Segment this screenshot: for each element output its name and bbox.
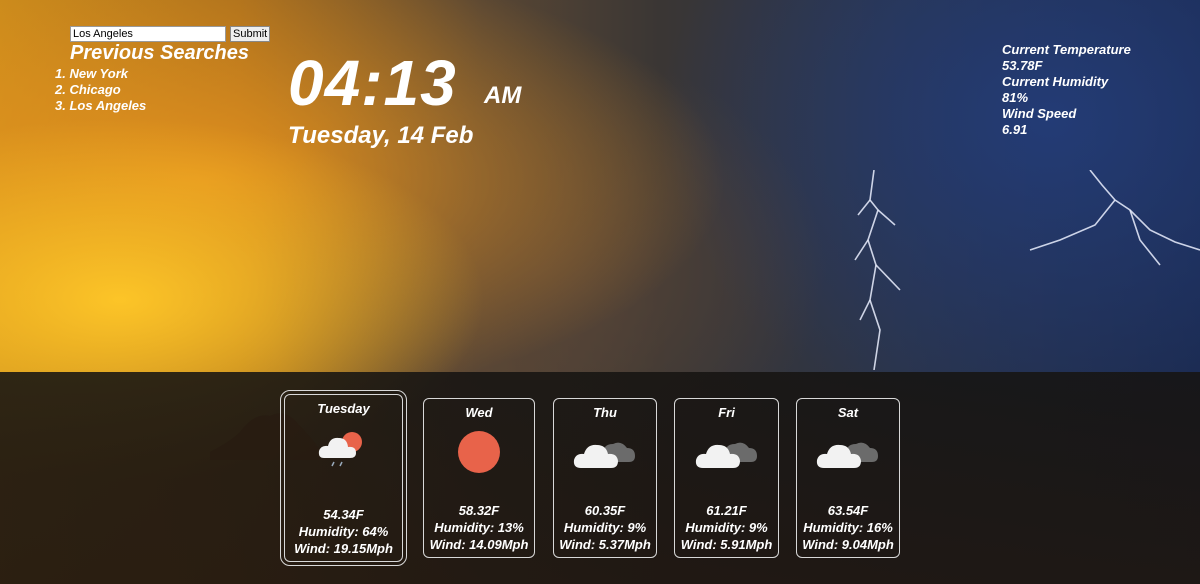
cloud-icon — [573, 442, 635, 468]
current-conditions: Current Temperature 53.78F Current Humid… — [1002, 42, 1131, 138]
forecast-temp: 61.21F — [706, 503, 747, 518]
previous-search-item[interactable]: 1. New York — [55, 66, 146, 82]
forecast-humidity: Humidity: 13% — [434, 520, 524, 535]
forecast-wind: Wind: 19.15Mph — [294, 541, 393, 556]
clock-time: 04:13 — [288, 47, 457, 119]
forecast-humidity: Humidity: 9% — [563, 520, 647, 535]
forecast-wind: Wind: 5.37Mph — [559, 537, 651, 552]
forecast-card-sat[interactable]: Sat 63.54F Humidity: 16% Wind: 9.04Mph — [796, 398, 900, 558]
previous-searches-title: Previous Searches — [70, 42, 249, 64]
forecast-card-tuesday[interactable]: Tuesday 54.34F Humidity: 64% Wind: 19.15… — [280, 390, 407, 566]
current-date: Tuesday, 14 Feb — [288, 122, 474, 149]
search-form: Submit — [70, 26, 271, 42]
forecast-wind: Wind: 14.09Mph — [429, 537, 529, 552]
forecast-card-thu[interactable]: Thu 60.35F Humidity: 9% Wind: 5.37Mph — [553, 398, 657, 558]
wind-speed-label: Wind Speed — [1002, 106, 1077, 121]
forecast-temp: 54.34F — [323, 507, 364, 522]
current-temperature-value: 53.78F — [1002, 58, 1043, 73]
forecast-humidity: Humidity: 64% — [298, 524, 389, 539]
clock: 04:13 AM — [288, 46, 521, 120]
forecast-humidity: Humidity: 9% — [685, 520, 768, 535]
previous-search-item[interactable]: 3. Los Angeles — [55, 98, 146, 114]
submit-button[interactable]: Submit — [230, 26, 271, 42]
forecast-day: Sat — [837, 405, 859, 420]
previous-searches-list: 1. New York 2. Chicago 3. Los Angeles — [55, 66, 146, 114]
forecast-temp: 60.35F — [584, 503, 626, 518]
forecast-day: Fri — [718, 405, 735, 420]
forecast-card-fri[interactable]: Fri 61.21F Humidity: 9% Wind: 5.91Mph — [674, 398, 779, 558]
city-search-input[interactable] — [70, 26, 226, 42]
current-humidity-value: 81% — [1002, 90, 1029, 105]
clock-ampm: AM — [484, 82, 522, 109]
cloud-icon — [695, 442, 757, 468]
sun-icon — [458, 431, 500, 473]
forecast-day: Thu — [593, 405, 617, 420]
forecast-wind: Wind: 5.91Mph — [680, 537, 773, 552]
forecast-card-wed[interactable]: Wed 58.32F Humidity: 13% Wind: 14.09Mph — [423, 398, 535, 558]
forecast-temp: 63.54F — [827, 503, 869, 518]
cloud-icon — [816, 442, 878, 468]
wind-speed-value: 6.91 — [1002, 122, 1028, 137]
forecast-day: Wed — [465, 405, 493, 420]
previous-search-item[interactable]: 2. Chicago — [55, 82, 146, 98]
forecast-humidity: Humidity: 16% — [803, 520, 893, 535]
current-humidity-label: Current Humidity — [1002, 74, 1109, 89]
forecast-temp: 58.32F — [458, 503, 500, 518]
current-temperature-label: Current Temperature — [1002, 42, 1131, 57]
sun-cloud-rain-icon — [318, 432, 362, 467]
forecast-wind: Wind: 9.04Mph — [802, 537, 894, 552]
forecast-day: Tuesday — [317, 401, 370, 416]
